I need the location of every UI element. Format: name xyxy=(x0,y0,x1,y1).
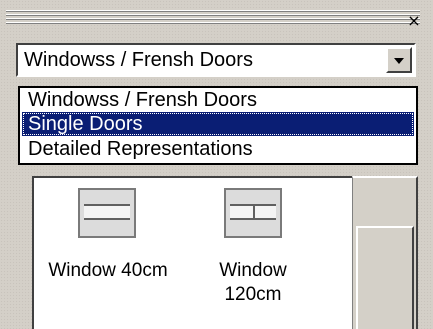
dropdown-item-windows-french-doors[interactable]: Windowss / Frensh Doors xyxy=(22,88,414,112)
close-icon[interactable]: × xyxy=(404,12,424,30)
title-bar[interactable] xyxy=(6,10,420,24)
dropdown-button[interactable] xyxy=(386,47,412,73)
library-items-panel: Window 40cm Window 120cm xyxy=(32,176,352,329)
window-40cm-icon[interactable] xyxy=(78,188,136,238)
window-120cm-icon[interactable] xyxy=(224,188,282,238)
dropdown-item-single-doors[interactable]: Single Doors xyxy=(22,112,414,136)
item-label-window-120cm-line2: 120cm xyxy=(224,284,282,305)
combobox-value: Windowss / Frensh Doors xyxy=(24,49,253,71)
item-label-window-40cm: Window 40cm xyxy=(48,260,168,281)
chevron-down-icon xyxy=(394,58,404,64)
dropdown-list: Windowss / Frensh Doors Single Doors Det… xyxy=(18,86,418,165)
scrollbar-thumb[interactable] xyxy=(356,226,414,329)
category-combobox[interactable]: Windowss / Frensh Doors xyxy=(16,43,416,77)
dropdown-item-detailed-representations[interactable]: Detailed Representations xyxy=(22,137,414,161)
item-label-window-120cm-line1: Window xyxy=(219,260,287,281)
